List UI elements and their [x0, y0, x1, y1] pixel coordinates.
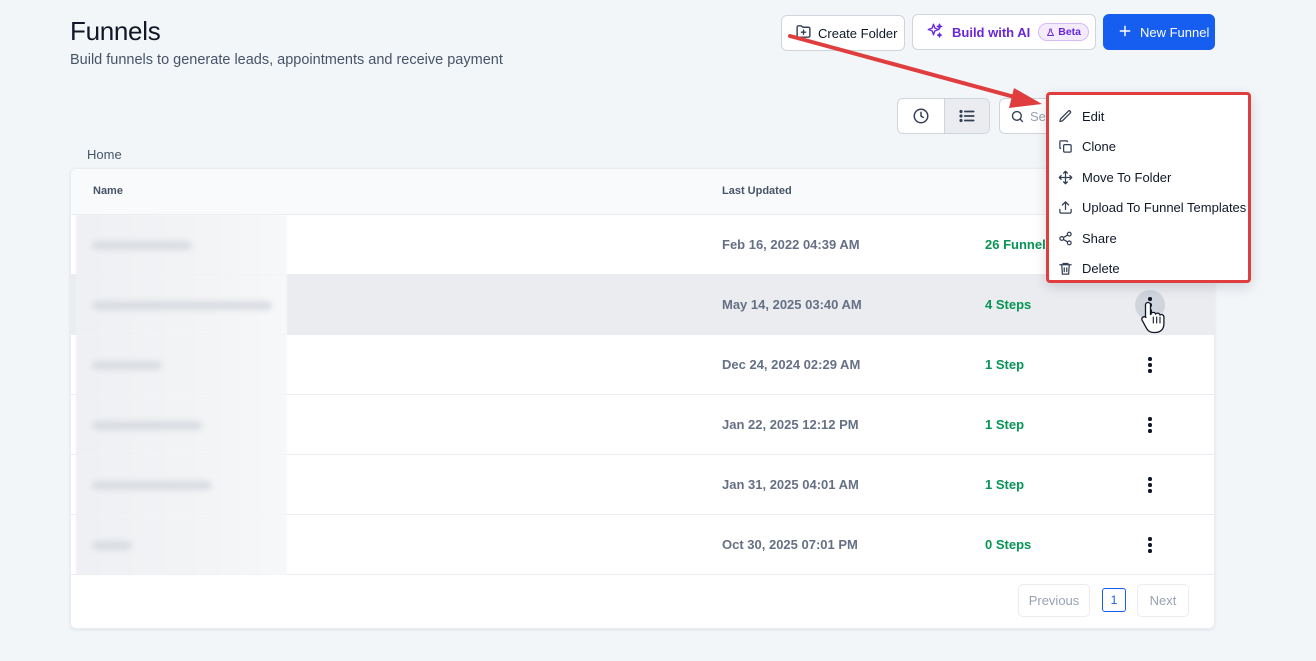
folder-plus-icon: [795, 23, 812, 43]
table-row[interactable]: Feb 16, 2022 04:39 AM 26 Funnels: [71, 215, 1214, 275]
menu-item-label: Clone: [1082, 139, 1116, 155]
row-actions-button[interactable]: [1135, 470, 1165, 500]
row-steps: 1 Step: [985, 357, 1025, 372]
row-steps: 1 Step: [985, 477, 1025, 492]
row-name-redacted: [76, 515, 287, 575]
list-icon: [959, 109, 975, 123]
new-funnel-button[interactable]: New Funnel: [1103, 14, 1215, 50]
menu-item-move-to-folder[interactable]: Move To Folder: [1049, 162, 1248, 193]
row-name-redacted: [76, 335, 287, 395]
menu-item-label: Share: [1082, 230, 1117, 246]
row-context-menu: Edit Clone Move To Folder Upload To Funn…: [1046, 92, 1251, 283]
sparkles-icon: [926, 22, 944, 43]
row-name-redacted: [76, 455, 287, 515]
upload-icon: [1059, 201, 1072, 214]
page-subtitle: Build funnels to generate leads, appoint…: [70, 52, 503, 68]
menu-item-upload-to-funnel-templates[interactable]: Upload To Funnel Templates: [1049, 193, 1248, 224]
column-header-last-updated[interactable]: Last Updated: [722, 185, 792, 197]
move-icon: [1058, 170, 1073, 185]
table-row[interactable]: Jan 31, 2025 04:01 AM 1 Step: [71, 455, 1214, 515]
share-icon: [1059, 231, 1072, 246]
menu-item-delete[interactable]: Delete: [1049, 254, 1248, 285]
previous-page-button[interactable]: Previous: [1018, 584, 1090, 617]
pointer-cursor-icon: [1140, 300, 1168, 339]
row-name-redacted: [76, 215, 287, 275]
search-icon: [1011, 110, 1024, 122]
menu-item-share[interactable]: Share: [1049, 223, 1248, 254]
table-header: Name Last Updated: [71, 169, 1214, 215]
table-row[interactable]: May 14, 2025 03:40 AM 4 Steps: [71, 275, 1214, 335]
beta-badge: Beta: [1038, 23, 1089, 41]
menu-item-clone[interactable]: Clone: [1049, 132, 1248, 163]
pencil-icon: [1059, 109, 1072, 122]
recent-view-button[interactable]: [898, 99, 944, 133]
view-toggle: [897, 98, 990, 134]
menu-item-label: Upload To Funnel Templates: [1082, 200, 1247, 216]
row-steps: 1 Step: [985, 417, 1025, 432]
funnels-table: Name Last Updated Feb 16, 2022 04:39 AM …: [70, 168, 1215, 629]
row-steps: 4 Steps: [985, 297, 1032, 312]
page-number-button[interactable]: 1: [1102, 588, 1126, 612]
row-actions-button[interactable]: [1135, 410, 1165, 440]
create-folder-label: Create Folder: [818, 25, 898, 41]
row-last-updated: Oct 30, 2025 07:01 PM: [722, 537, 858, 552]
breadcrumb-home[interactable]: Home: [87, 147, 122, 162]
row-last-updated: Jan 22, 2025 12:12 PM: [722, 417, 859, 432]
beta-label: Beta: [1058, 26, 1081, 38]
row-name-redacted: [76, 395, 287, 455]
build-with-ai-button[interactable]: Build with AI Beta: [912, 14, 1096, 50]
create-folder-button[interactable]: Create Folder: [781, 15, 905, 51]
list-view-button[interactable]: [943, 99, 989, 133]
row-name-redacted: [76, 275, 287, 335]
row-actions-button[interactable]: [1135, 350, 1165, 380]
table-row[interactable]: Jan 22, 2025 12:12 PM 1 Step: [71, 395, 1214, 455]
plus-icon: [1118, 24, 1132, 41]
menu-item-label: Edit: [1082, 108, 1105, 124]
copy-icon: [1059, 140, 1072, 153]
row-steps: 26 Funnels: [985, 237, 1053, 252]
row-steps: 0 Steps: [985, 537, 1032, 552]
build-with-ai-label: Build with AI: [952, 24, 1031, 40]
clock-icon: [913, 108, 929, 124]
row-last-updated: Feb 16, 2022 04:39 AM: [722, 237, 860, 252]
row-last-updated: Jan 31, 2025 04:01 AM: [722, 477, 859, 492]
menu-item-edit[interactable]: Edit: [1049, 101, 1248, 132]
table-row[interactable]: Oct 30, 2025 07:01 PM 0 Steps: [71, 515, 1214, 575]
menu-item-label: Move To Folder: [1082, 169, 1172, 185]
next-page-button[interactable]: Next: [1137, 584, 1189, 617]
row-actions-button[interactable]: [1135, 530, 1165, 560]
page-title: Funnels: [70, 16, 161, 46]
row-last-updated: Dec 24, 2024 02:29 AM: [722, 357, 861, 372]
flask-icon: [1047, 28, 1055, 36]
row-last-updated: May 14, 2025 03:40 AM: [722, 297, 862, 312]
trash-icon: [1059, 263, 1072, 275]
column-header-name[interactable]: Name: [93, 185, 123, 197]
menu-item-label: Delete: [1082, 261, 1120, 277]
table-row[interactable]: Dec 24, 2024 02:29 AM 1 Step: [71, 335, 1214, 395]
new-funnel-label: New Funnel: [1140, 24, 1210, 40]
